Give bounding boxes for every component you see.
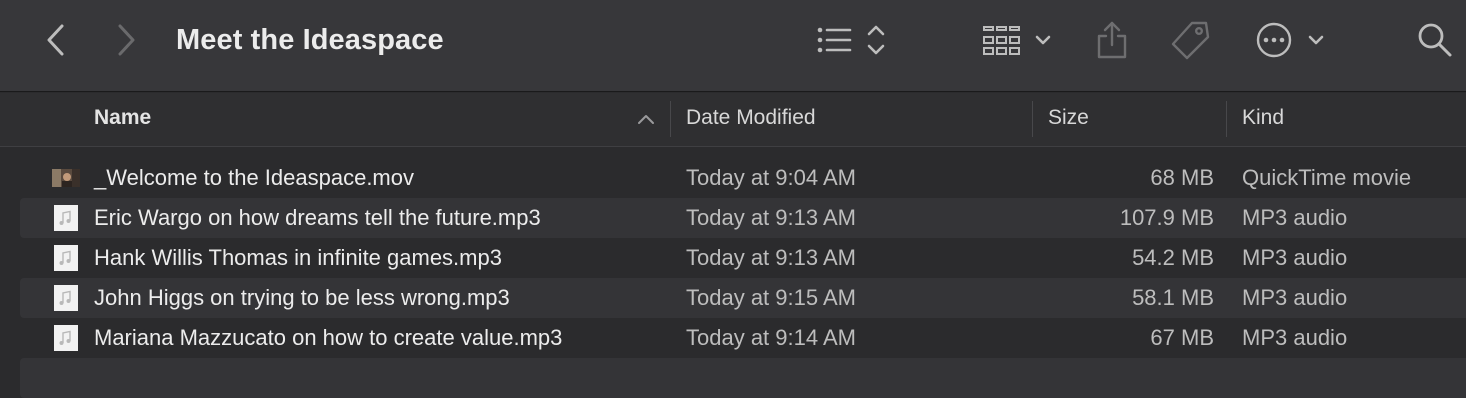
column-divider[interactable] xyxy=(1032,101,1033,137)
chevron-down-icon xyxy=(1308,35,1324,45)
file-row[interactable]: Eric Wargo on how dreams tell the future… xyxy=(20,198,1466,238)
tag-icon xyxy=(1171,21,1210,60)
ellipsis-circle-icon xyxy=(1256,22,1324,58)
file-name: Eric Wargo on how dreams tell the future… xyxy=(94,205,541,230)
column-divider[interactable] xyxy=(670,101,671,137)
column-kind-header[interactable]: Kind xyxy=(1242,93,1284,147)
file-date: Today at 9:14 AM xyxy=(686,325,856,350)
forward-button[interactable] xyxy=(108,20,144,60)
window-title: Meet the Ideaspace xyxy=(176,24,444,56)
finder-window: Meet the Ideaspace Name Date Modified Si… xyxy=(0,0,1466,398)
file-kind: MP3 audio xyxy=(1242,205,1348,230)
column-date-header[interactable]: Date Modified xyxy=(686,93,816,147)
file-date: Today at 9:13 AM xyxy=(686,245,856,270)
empty-row-stripe xyxy=(20,358,1466,398)
file-name: Mariana Mazzucato on how to create value… xyxy=(94,325,563,350)
grid-icon xyxy=(983,26,1051,55)
more-actions-button[interactable] xyxy=(1254,20,1330,60)
file-date: Today at 9:15 AM xyxy=(686,285,856,310)
file-row[interactable]: Mariana Mazzucato on how to create value… xyxy=(20,318,1466,358)
list-view-button[interactable] xyxy=(812,20,892,60)
chevron-right-icon xyxy=(118,24,135,56)
share-button[interactable] xyxy=(1092,18,1132,62)
audio-file-icon xyxy=(54,205,78,231)
file-name: John Higgs on trying to be less wrong.mp… xyxy=(94,285,510,310)
file-list: _Welcome to the Ideaspace.mov Today at 9… xyxy=(20,158,1466,358)
video-thumbnail-icon xyxy=(52,169,80,187)
file-kind: MP3 audio xyxy=(1242,245,1348,270)
audio-file-icon xyxy=(54,245,78,271)
column-name-header[interactable]: Name xyxy=(94,93,151,147)
file-size: 67 MB xyxy=(1150,325,1214,350)
file-size: 58.1 MB xyxy=(1132,285,1214,310)
file-name: _Welcome to the Ideaspace.mov xyxy=(94,165,414,190)
group-view-button[interactable] xyxy=(980,20,1056,60)
sort-ascending-icon[interactable] xyxy=(636,111,656,127)
file-kind: MP3 audio xyxy=(1242,285,1348,310)
column-divider[interactable] xyxy=(1226,101,1227,137)
file-date: Today at 9:04 AM xyxy=(686,165,856,190)
audio-file-icon xyxy=(54,285,78,311)
file-kind: MP3 audio xyxy=(1242,325,1348,350)
chevron-down-icon xyxy=(1035,35,1051,45)
chevron-left-icon xyxy=(47,24,64,56)
tag-button[interactable] xyxy=(1166,18,1214,62)
file-size: 107.9 MB xyxy=(1119,205,1214,230)
search-icon xyxy=(1418,23,1452,57)
share-icon xyxy=(1097,21,1127,59)
toolbar: Meet the Ideaspace xyxy=(0,0,1466,92)
file-kind: QuickTime movie xyxy=(1242,165,1412,190)
file-name: Hank Willis Thomas in infinite games.mp3 xyxy=(94,245,502,270)
file-size: 54.2 MB xyxy=(1132,245,1214,270)
list-icon xyxy=(817,25,885,55)
audio-file-icon xyxy=(54,325,78,351)
search-button[interactable] xyxy=(1412,18,1458,62)
column-size-header[interactable]: Size xyxy=(1048,93,1089,147)
file-row[interactable]: Hank Willis Thomas in infinite games.mp3… xyxy=(20,238,1466,278)
file-date: Today at 9:13 AM xyxy=(686,205,856,230)
file-row[interactable]: John Higgs on trying to be less wrong.mp… xyxy=(20,278,1466,318)
file-row[interactable]: _Welcome to the Ideaspace.mov Today at 9… xyxy=(20,158,1466,198)
back-button[interactable] xyxy=(38,20,74,60)
column-header: Name Date Modified Size Kind xyxy=(0,93,1466,147)
file-size: 68 MB xyxy=(1150,165,1214,190)
